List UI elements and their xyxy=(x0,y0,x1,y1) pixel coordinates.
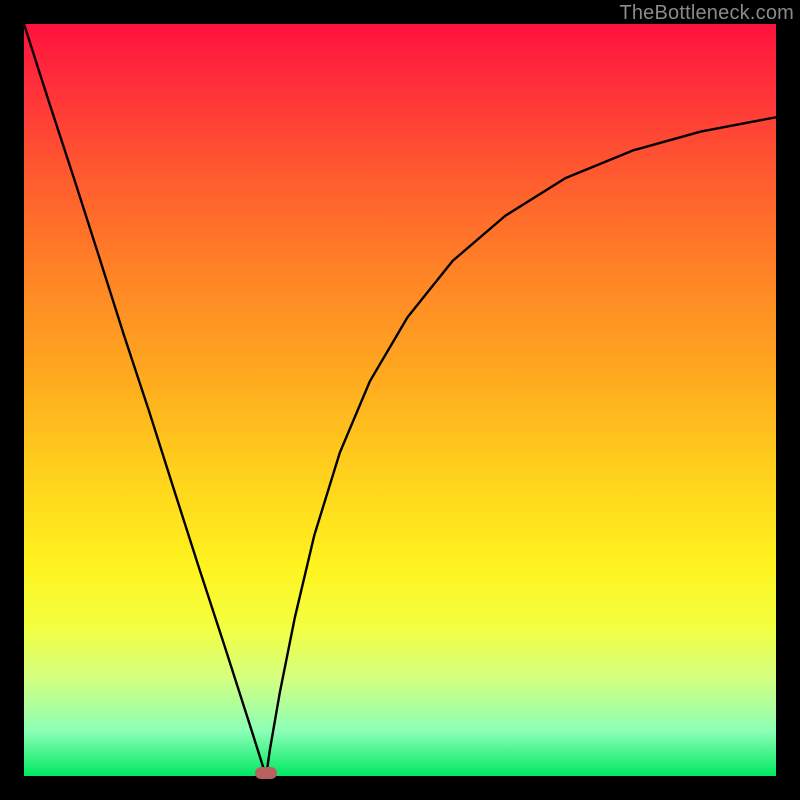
chart-gradient-background xyxy=(24,24,776,776)
watermark-text: TheBottleneck.com xyxy=(619,2,794,25)
chart-frame xyxy=(24,24,776,776)
vertex-marker xyxy=(255,767,277,779)
